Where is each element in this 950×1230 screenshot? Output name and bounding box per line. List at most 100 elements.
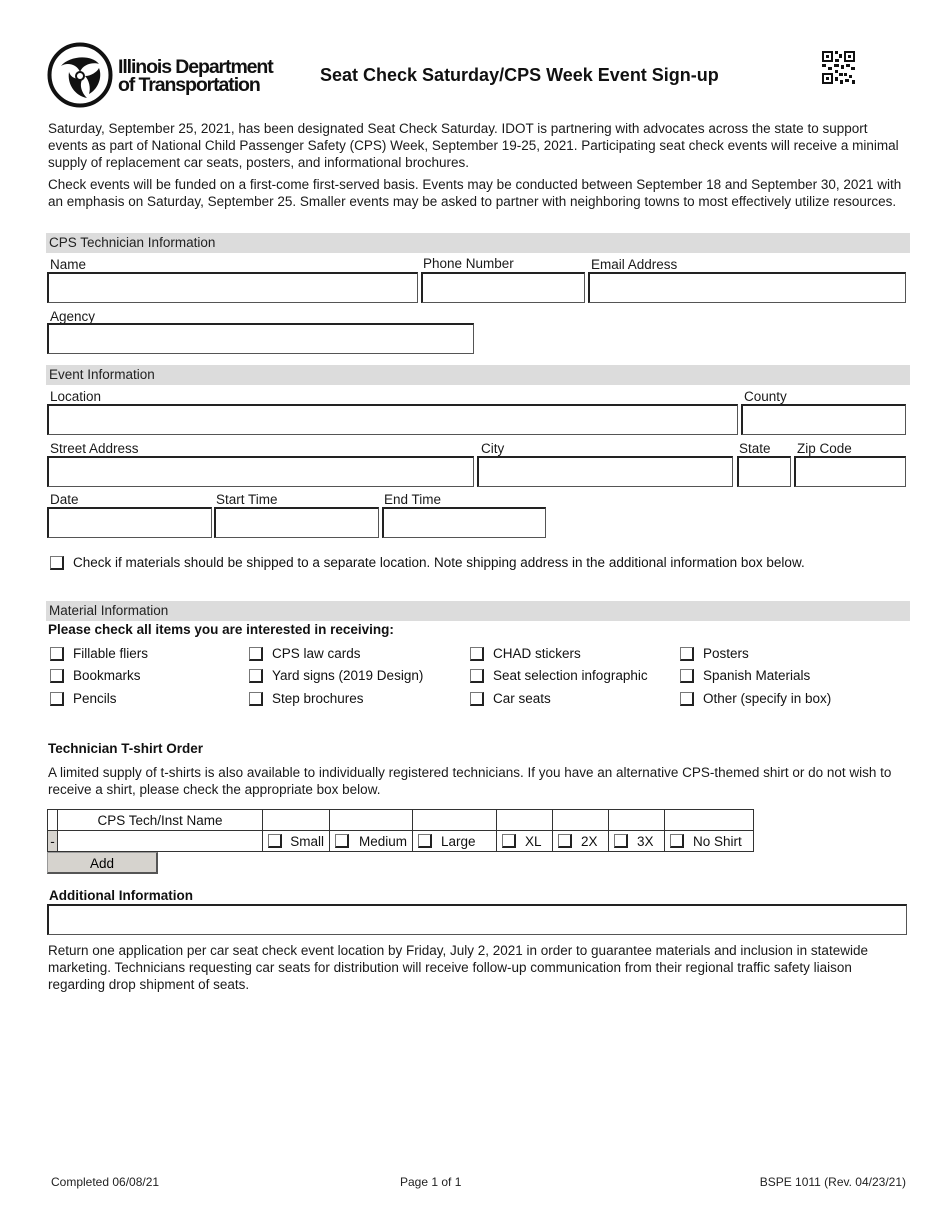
size-checkbox[interactable] — [268, 834, 282, 848]
add-row-button[interactable]: Add — [47, 852, 158, 874]
material-item[interactable]: Posters — [680, 646, 749, 661]
size-checkbox[interactable] — [502, 834, 516, 848]
size-label: No Shirt — [693, 833, 742, 849]
street-address-field[interactable] — [47, 456, 474, 487]
material-checkbox[interactable] — [50, 646, 64, 661]
end-time-field[interactable] — [382, 507, 546, 538]
material-checkbox[interactable] — [249, 668, 263, 683]
footer-page-number: Page 1 of 1 — [400, 1175, 462, 1189]
city-field[interactable] — [477, 456, 733, 487]
material-item[interactable]: Seat selection infographic — [470, 668, 648, 683]
idot-logo-icon — [47, 42, 113, 108]
email-field[interactable] — [588, 272, 906, 303]
size-label: 2X — [581, 833, 598, 849]
material-checkbox[interactable] — [470, 668, 484, 683]
document-title: Seat Check Saturday/CPS Week Event Sign-… — [320, 65, 719, 85]
size-header-cell — [412, 809, 497, 831]
tshirt-heading: Technician T-shirt Order — [48, 741, 204, 756]
material-checkbox[interactable] — [249, 691, 263, 706]
material-item[interactable]: Car seats — [470, 691, 551, 706]
material-item[interactable]: Other (specify in box) — [680, 691, 831, 706]
material-item[interactable]: Spanish Materials — [680, 668, 810, 683]
material-item[interactable]: Yard signs (2019 Design) — [249, 668, 423, 683]
size-checkbox[interactable] — [558, 834, 572, 848]
county-label: County — [744, 389, 787, 404]
tech-name-cell[interactable] — [57, 830, 263, 852]
tech-name-input[interactable] — [58, 831, 262, 851]
material-item[interactable]: Fillable fliers — [50, 646, 148, 661]
material-item[interactable]: CHAD stickers — [470, 646, 581, 661]
name-field[interactable] — [47, 272, 418, 303]
additional-info-heading: Additional Information — [49, 888, 193, 903]
size-option-3x[interactable]: 3X — [608, 830, 665, 852]
additional-info-field[interactable] — [47, 904, 907, 935]
size-header-cell — [496, 809, 553, 831]
material-label: Posters — [703, 646, 749, 661]
name-column-header: CPS Tech/Inst Name — [57, 809, 263, 831]
county-field[interactable] — [741, 404, 906, 435]
date-field[interactable] — [47, 507, 212, 538]
tshirt-description: A limited supply of t-shirts is also ava… — [48, 765, 892, 797]
phone-label: Phone Number — [423, 256, 514, 271]
material-label: Other (specify in box) — [703, 691, 832, 706]
date-label: Date — [50, 492, 79, 507]
state-field[interactable] — [737, 456, 791, 487]
size-label: Medium — [358, 833, 407, 849]
section-header-event: Event Information — [46, 365, 910, 385]
size-label: XL — [525, 833, 542, 849]
remove-row-button[interactable]: - — [47, 830, 58, 852]
size-option-large[interactable]: Large — [412, 830, 497, 852]
size-label: Small — [290, 833, 324, 849]
size-header-cell — [262, 809, 330, 831]
materials-instruction: Please check all items you are intereste… — [48, 622, 394, 637]
location-field[interactable] — [47, 404, 738, 435]
material-checkbox[interactable] — [680, 668, 694, 683]
material-checkbox[interactable] — [50, 691, 64, 706]
header-spacer-cell — [47, 809, 58, 831]
material-label: CHAD stickers — [493, 646, 581, 661]
material-checkbox[interactable] — [249, 646, 263, 661]
size-option-xl[interactable]: XL — [496, 830, 553, 852]
size-header-cell — [608, 809, 665, 831]
size-checkbox[interactable] — [670, 834, 684, 848]
material-label: Fillable fliers — [73, 646, 149, 661]
material-label: Step brochures — [272, 691, 364, 706]
ship-separate-option[interactable]: Check if materials should be shipped to … — [50, 555, 805, 570]
phone-field[interactable] — [421, 272, 585, 303]
material-label: Spanish Materials — [703, 668, 811, 683]
start-time-field[interactable] — [214, 507, 379, 538]
idot-logo-text: Illinois Department of Transportation — [118, 57, 274, 96]
ship-separate-label: Check if materials should be shipped to … — [73, 555, 805, 570]
material-checkbox[interactable] — [50, 668, 64, 683]
ship-separate-checkbox[interactable] — [50, 555, 64, 570]
footer-form-id: BSPE 1011 (Rev. 04/23/21) — [759, 1175, 906, 1189]
closing-paragraph: Return one application per car seat chec… — [48, 943, 868, 992]
material-item[interactable]: Pencils — [50, 691, 117, 706]
agency-label: Agency — [50, 309, 96, 324]
material-checkbox[interactable] — [680, 646, 694, 661]
zip-code-field[interactable] — [794, 456, 906, 487]
material-label: Yard signs (2019 Design) — [272, 668, 424, 683]
material-item[interactable]: Bookmarks — [50, 668, 141, 683]
size-option-no-shirt[interactable]: No Shirt — [664, 830, 754, 852]
tshirt-header-row: CPS Tech/Inst Name — [47, 809, 754, 831]
size-checkbox[interactable] — [335, 834, 349, 848]
agency-field[interactable] — [47, 323, 474, 354]
logo-line-2: of Transportation — [118, 74, 261, 96]
material-label: Bookmarks — [73, 668, 141, 683]
material-label: Seat selection infographic — [493, 668, 648, 683]
size-label: 3X — [637, 833, 654, 849]
size-option-medium[interactable]: Medium — [329, 830, 413, 852]
size-option-2x[interactable]: 2X — [552, 830, 609, 852]
material-checkbox[interactable] — [680, 691, 694, 706]
size-checkbox[interactable] — [418, 834, 432, 848]
material-checkbox[interactable] — [470, 691, 484, 706]
start-time-label: Start Time — [216, 492, 278, 507]
size-header-cell — [329, 809, 413, 831]
size-option-small[interactable]: Small — [262, 830, 330, 852]
material-item[interactable]: CPS law cards — [249, 646, 361, 661]
footer-completed-date: Completed 06/08/21 — [51, 1175, 160, 1189]
size-checkbox[interactable] — [614, 834, 628, 848]
material-item[interactable]: Step brochures — [249, 691, 364, 706]
material-checkbox[interactable] — [470, 646, 484, 661]
